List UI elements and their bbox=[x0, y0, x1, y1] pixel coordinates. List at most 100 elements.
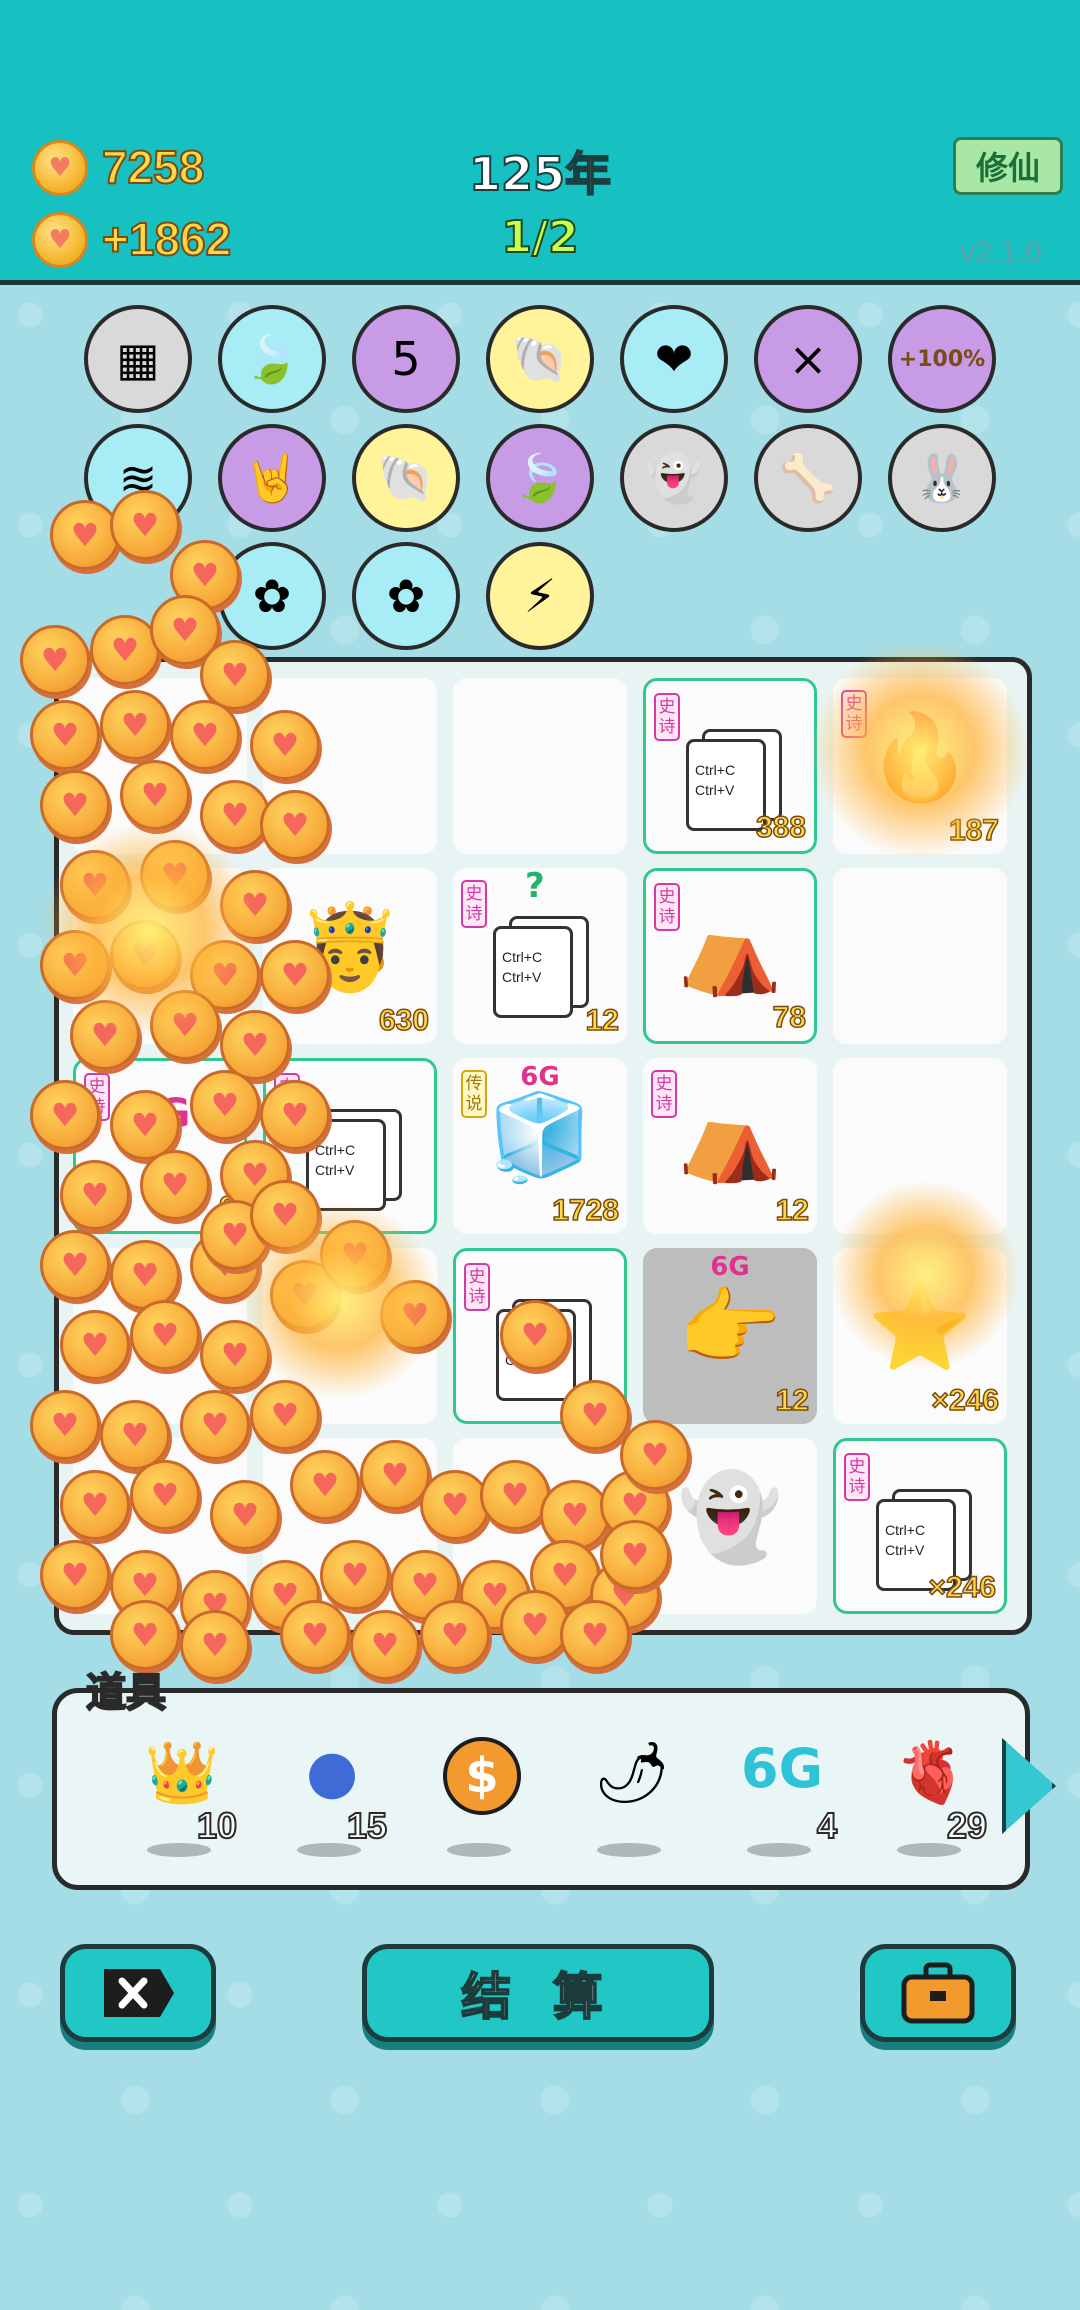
cell-count: 12 bbox=[775, 1383, 810, 1418]
flying-coin: ♥ bbox=[180, 1390, 250, 1460]
pepper-prop[interactable]: 🌶 bbox=[567, 1727, 687, 1867]
flying-coin: ♥ bbox=[130, 1300, 200, 1370]
prop-count: 10 bbox=[196, 1804, 238, 1847]
copy-paste-cards-icon: Ctrl+CCtrl+V bbox=[493, 916, 589, 1020]
briefcase-button[interactable] bbox=[860, 1944, 1016, 2042]
flying-coin: ♥ bbox=[40, 770, 110, 840]
flying-coin: ♥ bbox=[170, 700, 240, 770]
flying-coin: ♥ bbox=[60, 1310, 130, 1380]
burst-glow bbox=[810, 640, 1030, 860]
lightning-item-icon: ⚡ bbox=[523, 569, 557, 623]
flying-coin: ♥ bbox=[250, 710, 320, 780]
props-panel: 👑 10 ● 15 $ 🌶 6G 4 🫀 29 bbox=[52, 1688, 1030, 1890]
shell-item-2-icon: 🐚 bbox=[377, 450, 435, 505]
briefcase-icon bbox=[901, 1962, 975, 2024]
props-title: 道具 bbox=[85, 1669, 167, 1717]
cell-count: 12 bbox=[585, 1003, 620, 1038]
xiuxian-button[interactable]: 修仙 bbox=[953, 137, 1063, 195]
cell-count: 78 bbox=[772, 1000, 807, 1035]
calendar-item[interactable]: 5 bbox=[352, 305, 460, 413]
6g-prop-icon: 6G bbox=[741, 1737, 823, 1800]
rarity-tag: 史诗 bbox=[464, 1263, 490, 1311]
flying-coin: ♥ bbox=[540, 1480, 610, 1550]
flower-item-icon: ✿ bbox=[252, 569, 292, 623]
board-cell[interactable]: 史诗 ⛺ 78 bbox=[643, 868, 817, 1044]
blueberry-prop[interactable]: ● 15 bbox=[267, 1727, 388, 1867]
flying-coin: ♥ bbox=[110, 490, 180, 560]
board-cell[interactable]: 史诗 Ctrl+C Ctrl+V ×246 bbox=[833, 1438, 1007, 1614]
flying-coin: ♥ bbox=[600, 1520, 670, 1590]
shell-item[interactable]: 🐚 bbox=[486, 305, 594, 413]
tent-icon: ⛺ bbox=[677, 1088, 783, 1186]
board-cell[interactable]: 史诗 ⛺ 12 bbox=[643, 1058, 817, 1234]
flying-coin: ♥ bbox=[100, 690, 170, 760]
prop-shadow bbox=[747, 1843, 811, 1857]
6g-prop[interactable]: 6G 4 bbox=[717, 1727, 838, 1867]
flying-coin: ♥ bbox=[280, 1600, 350, 1670]
leaf-item-icon: 🍃 bbox=[243, 331, 301, 386]
flying-coin: ♥ bbox=[50, 500, 120, 570]
flower-pot-item-icon: ✿ bbox=[386, 569, 426, 623]
flying-coin: ♥ bbox=[350, 1610, 420, 1680]
board-cell[interactable]: 传说 🧊 6G 1728 bbox=[453, 1058, 627, 1234]
coin-gain-icon: ♥ bbox=[32, 212, 88, 268]
leaf-item[interactable]: 🍃 bbox=[218, 305, 326, 413]
coins-total: 7258 bbox=[101, 140, 205, 194]
cell-count: ×246 bbox=[928, 1570, 997, 1605]
prop-shadow bbox=[447, 1843, 511, 1857]
cell-count: 630 bbox=[378, 1003, 430, 1038]
ghost-item[interactable]: 👻 bbox=[620, 424, 728, 532]
question-mark-icon: ? bbox=[525, 866, 545, 906]
crown-prop[interactable]: 👑 10 bbox=[117, 1727, 238, 1867]
dog-bowl-item-icon: 🦴 bbox=[779, 450, 837, 505]
flying-coin: ♥ bbox=[60, 1470, 130, 1540]
math-guy-item[interactable]: × bbox=[754, 305, 862, 413]
rarity-tag: 史诗 bbox=[461, 880, 487, 928]
dollar-coin-prop[interactable]: $ bbox=[417, 1727, 537, 1867]
settle-button-label: 结 算 bbox=[460, 1967, 615, 2027]
prop-count: 15 bbox=[346, 1804, 388, 1847]
prop-count: 4 bbox=[816, 1804, 838, 1847]
blueberry-prop-icon: ● bbox=[305, 1737, 359, 1807]
flying-coin: ♥ bbox=[260, 790, 330, 860]
settle-button[interactable]: 结 算 bbox=[362, 1944, 714, 2042]
year-counter: 125年 bbox=[468, 146, 612, 202]
backspace-x-icon bbox=[104, 1969, 174, 2017]
pepper-prop-icon: 🌶 bbox=[593, 1738, 671, 1808]
liver-prop[interactable]: 🫀 29 bbox=[867, 1727, 988, 1867]
flying-coin: ♥ bbox=[500, 1300, 570, 1370]
dog-bowl-item[interactable]: 🦴 bbox=[754, 424, 862, 532]
board-cell[interactable]: 👉 6G 12 bbox=[643, 1248, 817, 1424]
rock-hand-item-icon: 🤘 bbox=[243, 450, 301, 505]
sugar-cubes-item[interactable]: ▦ bbox=[84, 305, 192, 413]
flying-coin: ♥ bbox=[180, 1610, 250, 1680]
cell-count: 388 bbox=[755, 810, 807, 845]
top-bar: ♥ 7258 ♥ +1862 125年 1/2 修仙 v2.1.0 bbox=[0, 0, 1080, 285]
exit-button[interactable] bbox=[60, 1944, 216, 2042]
flying-coin: ♥ bbox=[320, 1540, 390, 1610]
board-cell[interactable]: 史诗 Ctrl+C Ctrl+V 388 bbox=[643, 678, 817, 854]
board-cell[interactable] bbox=[453, 678, 627, 854]
cell-count: ×246 bbox=[931, 1383, 1000, 1418]
calendar-item-icon: 5 bbox=[391, 332, 421, 386]
cell-count: 12 bbox=[775, 1193, 810, 1228]
flying-coin: ♥ bbox=[560, 1600, 630, 1670]
board-cell[interactable] bbox=[833, 868, 1007, 1044]
rock-hand-item[interactable]: 🤘 bbox=[218, 424, 326, 532]
bunny-item[interactable]: 🐰 bbox=[888, 424, 996, 532]
leaf-item-2[interactable]: 🍃 bbox=[486, 424, 594, 532]
flying-coin: ♥ bbox=[20, 625, 90, 695]
flying-coin: ♥ bbox=[500, 1590, 570, 1660]
heart-fan-item[interactable]: ❤ bbox=[620, 305, 728, 413]
shell-item-2[interactable]: 🐚 bbox=[352, 424, 460, 532]
board-cell[interactable]: 史诗 Ctrl+C Ctrl+V? 12 bbox=[453, 866, 627, 1044]
lightning-item[interactable]: ⚡ bbox=[486, 542, 594, 650]
flower-pot-item[interactable]: ✿ bbox=[352, 542, 460, 650]
flying-coin: ♥ bbox=[30, 1390, 100, 1460]
fridge-icon: 🧊 bbox=[487, 1088, 593, 1186]
bubble-tea-item[interactable]: +100% bbox=[888, 305, 996, 413]
sugar-cubes-item-icon: ▦ bbox=[116, 332, 160, 386]
bunny-item-icon: 🐰 bbox=[913, 450, 971, 505]
tent-icon: ⛺ bbox=[677, 901, 783, 999]
ghost-item-icon: 👻 bbox=[645, 450, 703, 505]
